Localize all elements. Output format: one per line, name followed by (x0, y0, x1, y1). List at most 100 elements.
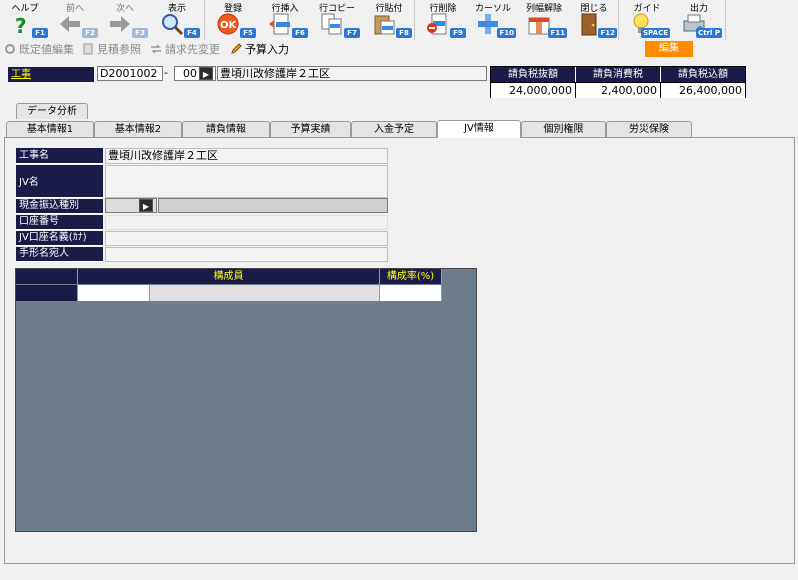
column-width-reset-key: F11 (548, 28, 567, 38)
prev-key: F2 (82, 28, 98, 38)
mode-badge: 編集 (645, 41, 693, 57)
next-button[interactable]: 次へ F3 (100, 0, 150, 40)
tab-data-analysis[interactable]: データ分析 (16, 103, 88, 119)
svg-text:?: ? (15, 14, 27, 36)
svg-text:OK: OK (220, 20, 238, 31)
row-copy-key: F7 (344, 28, 360, 38)
estimate-ref-button[interactable]: 見積参照 (82, 41, 141, 57)
budget-input-label: 予算入力 (245, 43, 289, 56)
label-account-number: 口座番号 (16, 215, 103, 230)
gear-icon (5, 44, 15, 54)
billing-change-label: 請求先変更 (165, 43, 220, 56)
output-key: Ctrl P (696, 28, 722, 38)
project-label[interactable]: 工事 (8, 67, 94, 82)
branch-lookup-button[interactable]: ▶ (199, 67, 213, 80)
row-paste-button[interactable]: 行貼付 F8 (364, 0, 414, 40)
label-jv-name: JV名 (16, 165, 103, 198)
guide-key: SPACE (641, 28, 670, 38)
arrow-right-icon (110, 16, 130, 32)
prev-button[interactable]: 前へ F2 (50, 0, 100, 40)
billing-change-button[interactable]: 請求先変更 (150, 41, 220, 57)
value-project-name: 豊頃川改修護岸２工区 (105, 148, 388, 164)
label-transfer-type: 現金振込種別 (16, 199, 103, 214)
tab-contract-info[interactable]: 請負情報 (182, 121, 270, 138)
grid-cell-member-name[interactable] (150, 285, 380, 301)
code-separator: - (164, 66, 168, 79)
main-tab-bar: 基本情報1 基本情報2 請負情報 予算実績 入金予定 JV情報 個別権限 労災保… (0, 120, 798, 138)
tab-individual-permissions[interactable]: 個別権限 (521, 121, 606, 138)
grid-header-rownum (16, 269, 78, 284)
row-copy-button[interactable]: 行コピー F7 (312, 0, 362, 40)
transfer-type-lookup-button[interactable]: ▶ (139, 199, 153, 212)
row-delete-icon (427, 13, 447, 35)
swap-icon (151, 44, 161, 54)
register-key: F5 (240, 28, 256, 38)
row-insert-button[interactable]: 行挿入 F6 (260, 0, 310, 40)
cursor-key: F10 (497, 28, 516, 38)
budget-input-button[interactable]: 予算入力 (230, 41, 289, 57)
tab-jv-info[interactable]: JV情報 (437, 120, 521, 138)
next-key: F3 (132, 28, 148, 38)
tab-payment-schedule[interactable]: 入金予定 (351, 121, 437, 138)
tab-basic-info-1[interactable]: 基本情報1 (6, 121, 94, 138)
default-edit-button[interactable]: 既定値編集 (4, 41, 74, 57)
guide-button[interactable]: ガイド SPACE (622, 0, 672, 40)
grid-row-header (16, 285, 78, 301)
view-key: F4 (184, 28, 200, 38)
total-value-with-tax: 26,400,000 (661, 82, 745, 98)
jv-account-holder-field[interactable] (105, 231, 388, 246)
bill-payee-field[interactable] (105, 247, 388, 262)
view-button[interactable]: 表示 F4 (152, 0, 202, 40)
project-code-field[interactable]: D2001002 (97, 66, 163, 81)
grid-header-member: 構成員 (78, 269, 380, 284)
toolbar: ヘルプ ? F1 前へ F2 次へ F3 表示 F4 登録 OK F5 行挿入 … (0, 0, 798, 40)
toolbar-group-edit: 登録 OK F5 行挿入 F6 行コピー F7 行貼付 F8 (206, 0, 415, 40)
total-header-pretax: 請負税抜額 (491, 67, 576, 82)
tab-workers-insurance[interactable]: 労災保険 (606, 121, 692, 138)
jv-name-field[interactable] (105, 165, 388, 198)
grid-cell-member-code[interactable] (78, 285, 150, 301)
cursor-button[interactable]: カーソル F10 (468, 0, 518, 40)
function-subbar: 既定値編集 見積参照 請求先変更 予算入力 (0, 40, 300, 58)
estimate-ref-label: 見積参照 (97, 43, 141, 56)
close-key: F12 (598, 28, 617, 38)
total-value-pretax: 24,000,000 (491, 82, 576, 98)
tab-budget-results[interactable]: 予算実績 (270, 121, 351, 138)
row-copy-icon (321, 13, 342, 35)
label-jv-account-holder: JV口座名義(ｶﾅ) (16, 231, 103, 246)
document-icon (83, 43, 93, 55)
contract-totals: 請負税抜額 請負消費税 請負税込額 24,000,000 2,400,000 2… (490, 66, 746, 98)
row-delete-key: F9 (450, 28, 466, 38)
total-header-tax: 請負消費税 (576, 67, 661, 82)
tab-basic-info-2[interactable]: 基本情報2 (94, 121, 182, 138)
magnifier-icon (162, 14, 184, 36)
row-insert-key: F6 (292, 28, 308, 38)
column-width-reset-button[interactable]: 列幅解除 F11 (519, 0, 569, 40)
pen-icon (231, 43, 242, 54)
register-button[interactable]: 登録 OK F5 (208, 0, 258, 40)
toolbar-group-navigation: ヘルプ ? F1 前へ F2 次へ F3 表示 F4 (0, 0, 205, 40)
close-button[interactable]: 閉じる F12 (569, 0, 619, 40)
toolbar-group-misc: ガイド SPACE 出力 Ctrl P (620, 0, 726, 40)
grid-cell-ratio[interactable] (380, 285, 442, 301)
row-delete-button[interactable]: 行削除 F9 (418, 0, 468, 40)
default-edit-label: 既定値編集 (19, 43, 74, 56)
row-insert-icon (269, 13, 290, 35)
help-key: F1 (32, 28, 48, 38)
label-bill-payee: 手形名宛人 (16, 247, 103, 262)
row-paste-icon (374, 15, 395, 35)
account-number-field[interactable] (105, 215, 388, 230)
toolbar-group-rows: 行削除 F9 カーソル F10 列幅解除 F11 閉じる F12 (416, 0, 619, 40)
column-width-icon (528, 17, 550, 35)
transfer-type-name-field (158, 198, 388, 213)
output-button[interactable]: 出力 Ctrl P (674, 0, 724, 40)
door-icon (581, 13, 597, 36)
jv-member-grid[interactable]: 構成員 構成率(%) (15, 268, 477, 532)
row-paste-key: F8 (396, 28, 412, 38)
label-project-name: 工事名 (16, 148, 103, 164)
ok-icon: OK (217, 13, 239, 35)
help-button[interactable]: ヘルプ ? F1 (0, 0, 50, 40)
arrow-left-icon (60, 16, 80, 32)
project-name-field: 豊頃川改修護岸２工区 (217, 66, 487, 81)
total-header-with-tax: 請負税込額 (661, 67, 745, 82)
